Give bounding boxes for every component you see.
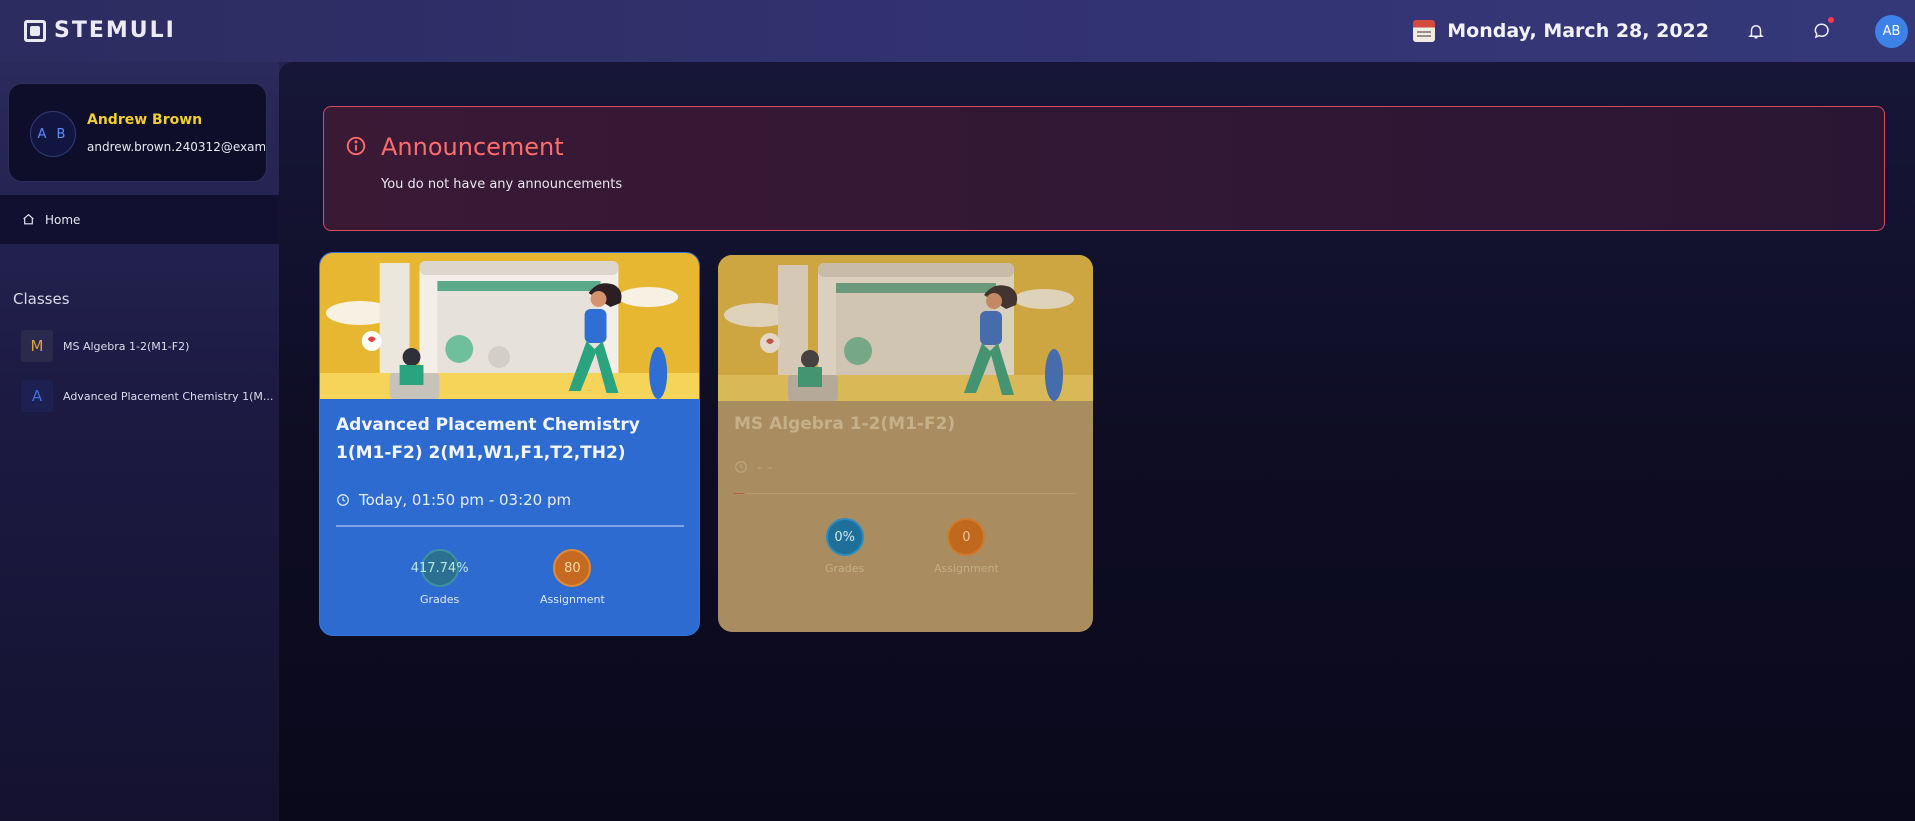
assignment-stat[interactable]: 80 Assignment — [540, 549, 605, 606]
notification-button[interactable] — [1743, 18, 1769, 44]
sidebar-item-label: MS Algebra 1-2(M1-F2) — [63, 339, 190, 353]
main-content: Announcement You do not have any announc… — [279, 62, 1915, 821]
unread-indicator — [1828, 17, 1834, 23]
grades-stat[interactable]: 417.74% Grades — [411, 549, 469, 606]
grades-stat[interactable]: 0% Grades — [825, 518, 864, 575]
logo-icon — [24, 19, 46, 42]
class-card-chemistry[interactable]: Advanced Placement Chemistry 1(M1-F2) 2(… — [319, 252, 700, 636]
sidebar-item-chemistry[interactable]: A Advanced Placement Chemistry 1(M... — [21, 380, 273, 412]
sidebar-item-label: Advanced Placement Chemistry 1(M... — [63, 389, 274, 403]
class-illustration — [718, 255, 1093, 401]
assignment-value: 0 — [947, 518, 986, 556]
class-card-algebra[interactable]: MS Algebra 1-2(M1-F2) - - 0% Grades 0 As… — [718, 255, 1093, 632]
class-illustration — [320, 253, 699, 399]
clock-icon — [337, 494, 349, 506]
profile-email: andrew.brown.240312@examp... — [87, 140, 265, 154]
sidebar-item-home[interactable]: Home — [0, 195, 279, 244]
clock-icon — [735, 461, 747, 473]
sidebar-item-algebra[interactable]: M MS Algebra 1-2(M1-F2) — [21, 330, 189, 362]
profile-name: Andrew Brown — [87, 112, 203, 128]
card-divider — [336, 525, 684, 527]
chat-bubble-icon — [1814, 23, 1829, 39]
card-divider — [734, 493, 1076, 494]
class-title[interactable]: MS Algebra 1-2(M1-F2) — [734, 410, 955, 438]
announcement-message: You do not have any announcements — [381, 177, 623, 192]
profile-avatar: A B — [30, 111, 76, 157]
current-date: Monday, March 28, 2022 — [1447, 20, 1709, 42]
class-schedule: - - — [734, 458, 773, 476]
bell-icon — [1748, 25, 1764, 39]
class-badge: M — [21, 330, 53, 362]
profile-card[interactable]: A B Andrew Brown andrew.brown.240312@exa… — [8, 83, 267, 182]
assignment-value: 80 — [553, 549, 592, 587]
info-icon — [346, 136, 366, 156]
class-title[interactable]: Advanced Placement Chemistry 1(M1-F2) 2(… — [336, 411, 692, 467]
assignment-label: Assignment — [540, 593, 605, 606]
class-schedule: Today, 01:50 pm - 03:20 pm — [336, 491, 571, 509]
sidebar: A B Andrew Brown andrew.brown.240312@exa… — [0, 62, 279, 821]
announcement-title: Announcement — [381, 133, 564, 161]
home-icon — [23, 213, 34, 225]
logo-text: STEMULI — [54, 18, 176, 43]
assignment-label: Assignment — [934, 562, 999, 575]
class-time: Today, 01:50 pm - 03:20 pm — [359, 491, 572, 509]
user-avatar[interactable]: AB — [1875, 14, 1908, 48]
grades-value: 0% — [825, 518, 864, 556]
announcement-banner: Announcement You do not have any announc… — [323, 106, 1885, 231]
grades-label: Grades — [825, 562, 865, 575]
classes-heading: Classes — [13, 290, 70, 308]
chat-button[interactable] — [1809, 17, 1835, 44]
stemuli-logo[interactable]: STEMULI — [24, 18, 176, 43]
class-badge: A — [21, 380, 53, 412]
class-time: - - — [757, 458, 773, 476]
grades-value: 417.74% — [411, 549, 469, 587]
grades-label: Grades — [420, 593, 460, 606]
calendar-icon — [1413, 20, 1436, 42]
top-bar: STEMULI Monday, March 28, 2022 AB — [0, 0, 1915, 62]
sidebar-item-label: Home — [45, 212, 81, 227]
assignment-stat[interactable]: 0 Assignment — [934, 518, 999, 575]
